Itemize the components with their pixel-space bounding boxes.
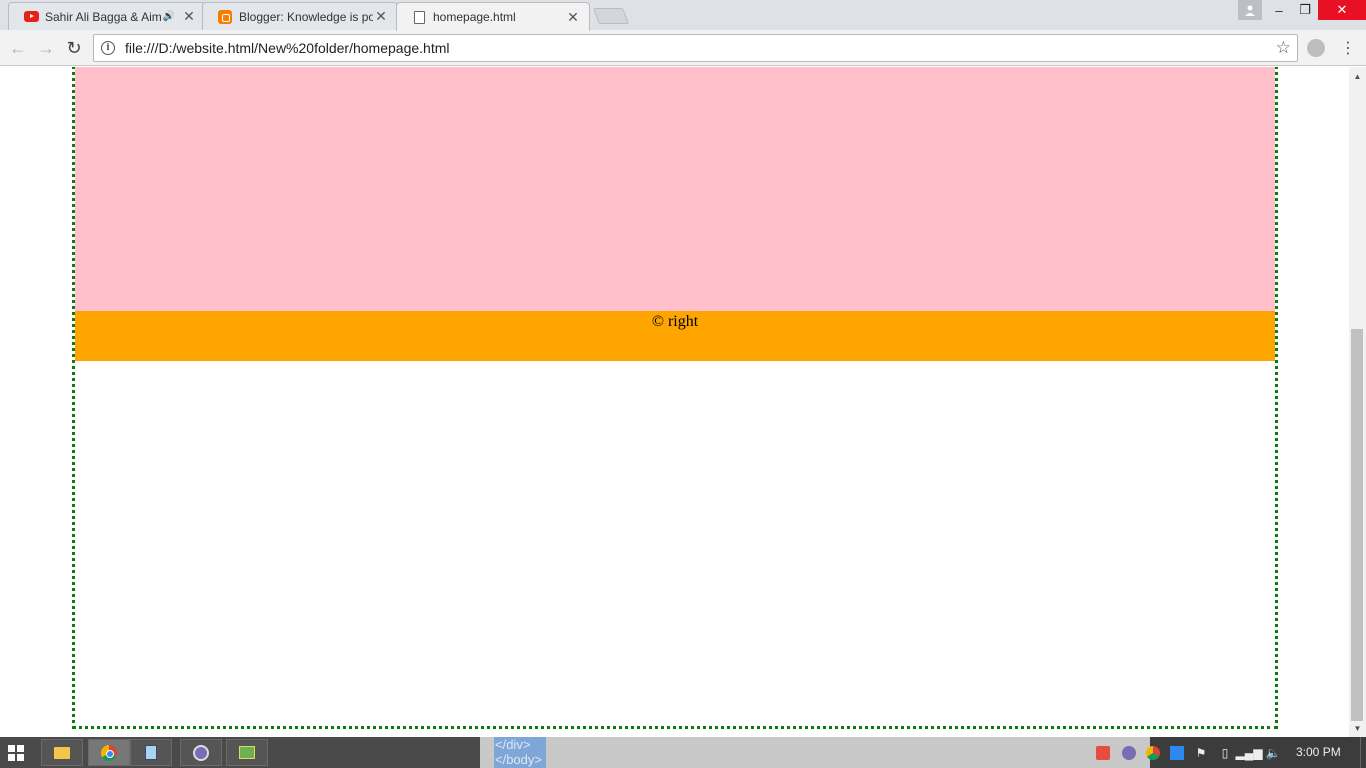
- chrome-icon: [101, 744, 117, 761]
- browser-toolbar: ← → ↻ i file:///D:/website.html/New%20fo…: [0, 30, 1366, 66]
- reload-button[interactable]: ↻: [62, 36, 86, 60]
- tab-youtube[interactable]: Sahir Ali Bagga & Aim 🔊 ✕: [8, 2, 206, 30]
- profile-icon[interactable]: [1238, 0, 1262, 20]
- code-snippet: </div> </body>: [494, 737, 546, 768]
- start-button-windows-icon[interactable]: [8, 745, 24, 761]
- taskbar-eclipse[interactable]: [180, 739, 222, 766]
- minimize-button[interactable]: –: [1266, 0, 1292, 20]
- scroll-up-arrow-icon[interactable]: ▲: [1349, 69, 1366, 83]
- tray-eclipse-icon[interactable]: [1122, 746, 1136, 760]
- document-icon: [411, 9, 427, 25]
- notepad-icon: [145, 745, 157, 760]
- tab-title: Blogger: Knowledge is po: [239, 9, 373, 24]
- menu-icon[interactable]: ⋮: [1340, 36, 1356, 60]
- network-signal-icon[interactable]: ▂▄▆: [1236, 746, 1263, 760]
- youtube-icon: [23, 9, 39, 25]
- info-icon[interactable]: i: [101, 41, 115, 55]
- footer-text: © right: [651, 313, 699, 330]
- code-line: </body>: [495, 752, 542, 767]
- show-desktop-button[interactable]: [1360, 737, 1366, 768]
- restore-button[interactable]: ❐: [1292, 0, 1318, 20]
- taskbar-notepad[interactable]: [130, 739, 172, 766]
- page-viewport: © right: [0, 67, 1349, 737]
- tab-blogger[interactable]: Blogger: Knowledge is po ✕: [202, 2, 398, 30]
- scroll-thumb[interactable]: [1351, 329, 1363, 721]
- close-tab-icon[interactable]: ✕: [373, 8, 389, 25]
- action-center-flag-icon[interactable]: ⚑: [1194, 746, 1208, 760]
- audio-icon[interactable]: 🔊: [163, 11, 175, 22]
- taskbar: </div> </body> ⚑ ▯ ▂▄▆ 🔈 3:00 PM: [0, 737, 1366, 768]
- battery-icon[interactable]: ▯: [1218, 746, 1232, 760]
- taskbar-image-viewer[interactable]: [226, 739, 268, 766]
- tab-title: homepage.html: [433, 10, 516, 24]
- tab-homepage[interactable]: homepage.html ✕: [396, 2, 590, 31]
- page-container: © right: [72, 67, 1278, 729]
- tray-network-device-icon[interactable]: [1170, 746, 1184, 760]
- close-tab-icon[interactable]: ✕: [181, 8, 197, 25]
- folder-icon: [54, 746, 70, 759]
- tab-strip: Sahir Ali Bagga & Aim 🔊 ✕ Blogger: Knowl…: [0, 0, 1366, 31]
- image-viewer-icon: [239, 746, 255, 759]
- tab-title: Sahir Ali Bagga & Aim: [45, 9, 162, 24]
- forward-button[interactable]: →: [34, 36, 58, 60]
- bookmark-star-icon[interactable]: ☆: [1276, 38, 1291, 58]
- clock[interactable]: 3:00 PM: [1296, 745, 1341, 759]
- blogger-icon: [217, 9, 233, 25]
- close-tab-icon[interactable]: ✕: [565, 9, 581, 25]
- back-button[interactable]: ←: [6, 36, 30, 60]
- code-line: </div>: [495, 737, 531, 752]
- tray-app-red-icon[interactable]: [1096, 746, 1110, 760]
- scroll-down-arrow-icon[interactable]: ▼: [1349, 721, 1366, 735]
- content-block: [75, 67, 1275, 311]
- page-footer: © right: [75, 311, 1275, 361]
- extension-globe-icon[interactable]: [1307, 39, 1325, 57]
- vertical-scrollbar[interactable]: ▲ ▼: [1349, 67, 1366, 737]
- close-window-button[interactable]: ✕: [1318, 0, 1366, 20]
- tray-chrome-icon[interactable]: [1146, 746, 1160, 760]
- volume-icon[interactable]: 🔈: [1266, 746, 1281, 760]
- taskbar-chrome[interactable]: [88, 739, 130, 766]
- new-tab-button[interactable]: [593, 8, 629, 24]
- url-text[interactable]: file:///D:/website.html/New%20folder/hom…: [125, 40, 1276, 56]
- taskbar-file-explorer[interactable]: [41, 739, 83, 766]
- eclipse-icon: [193, 744, 209, 761]
- address-bar[interactable]: i file:///D:/website.html/New%20folder/h…: [93, 34, 1298, 62]
